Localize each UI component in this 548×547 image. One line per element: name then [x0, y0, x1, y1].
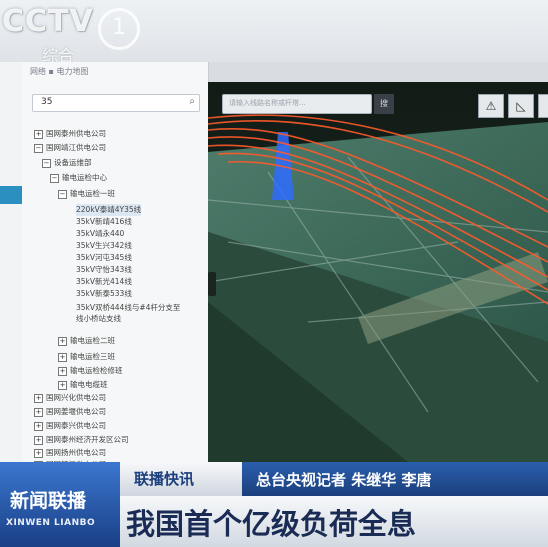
tree-node[interactable]: + 国网泰州经济开发区公司 — [34, 434, 129, 446]
left-rail — [0, 62, 23, 462]
tree-node-label: 国网姜堰供电公司 — [46, 407, 106, 416]
tree-expand-toggle[interactable]: + — [34, 129, 43, 139]
sidebar-panel: 网络 ▪ 电力地图 35 ⌕ + 国网泰州供电公司 − 国网靖江供电公司 − 设备运维部 −… — [22, 62, 209, 470]
tree-expand-toggle[interactable]: − — [42, 158, 51, 168]
rail-item[interactable] — [0, 212, 22, 230]
tree-node-label: 输电运检二班 — [70, 336, 115, 345]
tree-node-label: 35kV双桥444线与#4杆分支至 — [76, 303, 181, 312]
tree-node[interactable]: − 输电运检一班 — [58, 188, 115, 200]
3d-scene[interactable] — [208, 82, 548, 462]
rail-item-active[interactable] — [0, 186, 22, 204]
rail-item[interactable] — [0, 134, 22, 152]
tree-node-label: 国网兴化供电公司 — [46, 393, 106, 402]
tree-node[interactable]: + 国网姜堰供电公司 — [34, 406, 106, 418]
tree-node[interactable]: 35kV河屯345线 — [76, 252, 132, 264]
search-icon[interactable]: ⌕ — [189, 96, 195, 107]
warning-icon[interactable]: ⚠ — [478, 94, 504, 118]
tree-node-label: 输电运检一班 — [70, 189, 115, 198]
tree-node-label: 35kV靖永440 — [76, 229, 125, 238]
tree-expand-toggle[interactable]: − — [50, 173, 59, 183]
tree-node-label: 输电运检检修班 — [70, 366, 123, 375]
tree-expand-toggle[interactable]: + — [34, 421, 43, 431]
tree-node-label: 设备运维部 — [54, 158, 92, 167]
headline-text: 我国首个亿级负荷全息 — [126, 507, 417, 541]
tree-expand-toggle[interactable]: + — [34, 407, 43, 417]
program-name-latin: XINWEN LIANBO — [6, 518, 96, 528]
reporter-credit: 总台央视记者 朱继华 李唐 — [256, 471, 432, 489]
tree-node-label: 35kV新靖416线 — [76, 217, 132, 226]
program-brand: 新闻联播 XINWEN LIANBO — [0, 462, 120, 547]
tree-node[interactable]: 线小桥站支线 — [76, 313, 121, 325]
tree-node[interactable]: − 设备运维部 — [42, 157, 92, 169]
tree-node-label: 国网泰兴供电公司 — [46, 421, 106, 430]
tree-node[interactable]: + 国网泰州供电公司 — [34, 128, 106, 140]
tree-node[interactable]: 35kV靖永440 — [76, 228, 124, 240]
tree-expand-toggle[interactable]: + — [58, 380, 67, 390]
tree-node[interactable]: + 输电运检检修班 — [58, 365, 123, 377]
measure-icon[interactable]: ◺ — [508, 94, 534, 118]
news-tag: 联播快讯 — [134, 470, 195, 488]
rail-item[interactable] — [0, 160, 22, 178]
tree-node-label: 输电电缆班 — [70, 380, 108, 389]
tree-expand-toggle[interactable]: + — [34, 435, 43, 445]
tree-expand-toggle[interactable]: + — [58, 366, 67, 376]
tree-node[interactable]: − 国网靖江供电公司 — [34, 142, 106, 154]
tree-node-label: 国网泰州供电公司 — [46, 129, 106, 138]
tree-node[interactable]: 35kV新泰533线 — [76, 288, 132, 300]
tree-node[interactable]: + 国网泰兴供电公司 — [34, 420, 106, 432]
tree-expand-toggle[interactable]: + — [34, 393, 43, 403]
tree-node[interactable]: 35kV生兴342线 — [76, 240, 132, 252]
channel-number: 1 — [98, 8, 140, 50]
tree-node[interactable]: + 国网兴化供电公司 — [34, 392, 106, 404]
layer-icon[interactable]: ▮ — [538, 94, 548, 118]
tree-node-label: 线小桥站支线 — [76, 314, 121, 323]
tree-node[interactable]: + 输电运检三班 — [58, 351, 115, 363]
tree-node-label: 国网扬州供电公司 — [46, 448, 106, 457]
tree-search-input[interactable]: 35 ⌕ — [32, 94, 200, 112]
tree-node-label: 35kV河屯345线 — [76, 253, 132, 262]
tree-node[interactable]: 35kV新光414线 — [76, 276, 132, 288]
tree-expand-toggle[interactable]: + — [34, 448, 43, 458]
tree-node[interactable]: + 输电运检二班 — [58, 335, 115, 347]
map-search-input[interactable]: 请输入线路名称或杆塔... — [222, 94, 372, 114]
rail-item[interactable] — [0, 108, 22, 126]
sidebar-header: 网络 ▪ 电力地图 — [30, 67, 89, 76]
tree-node[interactable]: + 国网扬州供电公司 — [34, 447, 106, 459]
tree-node-label: 国网泰州经济开发区公司 — [46, 435, 129, 444]
tree-expand-toggle[interactable]: + — [58, 352, 67, 362]
tree-node-label: 35kV生兴342线 — [76, 241, 132, 250]
tree-node-label: 输电运检中心 — [62, 173, 107, 182]
tree-node-label: 35kV新泰533线 — [76, 289, 132, 298]
tree-node-label: 输电运检三班 — [70, 352, 115, 361]
panel-splitter-handle[interactable] — [208, 272, 216, 296]
3d-map-viewport[interactable]: 请输入线路名称或杆塔... 搜 ⚠ ◺ ▮ — [208, 82, 548, 462]
tree-expand-toggle[interactable]: − — [58, 189, 67, 199]
map-search-placeholder: 请输入线路名称或杆塔... — [229, 99, 306, 107]
program-name: 新闻联播 — [10, 490, 87, 512]
tree-node[interactable]: 35kV守怡343线 — [76, 264, 132, 276]
tree-node-label: 35kV守怡343线 — [76, 265, 132, 274]
tree-node-label: 国网靖江供电公司 — [46, 143, 106, 152]
map-search-button[interactable]: 搜 — [374, 94, 394, 114]
news-tag-box: 联播快讯 — [120, 462, 242, 496]
tree-node[interactable]: − 输电运检中心 — [50, 172, 107, 184]
tree-node-label: 220kV泰靖4Y35线 — [76, 205, 142, 214]
tree-node-label: 35kV新光414线 — [76, 277, 132, 286]
tree-node[interactable]: 35kV新靖416线 — [76, 216, 132, 228]
tree-node[interactable]: 220kV泰靖4Y35线 — [76, 204, 142, 216]
channel-logo: CCTV — [2, 4, 94, 39]
tree-expand-toggle[interactable]: − — [34, 143, 43, 153]
tree-expand-toggle[interactable]: + — [58, 336, 67, 346]
search-value: 35 — [41, 97, 53, 107]
tree-node[interactable]: + 输电电缆班 — [58, 379, 108, 391]
